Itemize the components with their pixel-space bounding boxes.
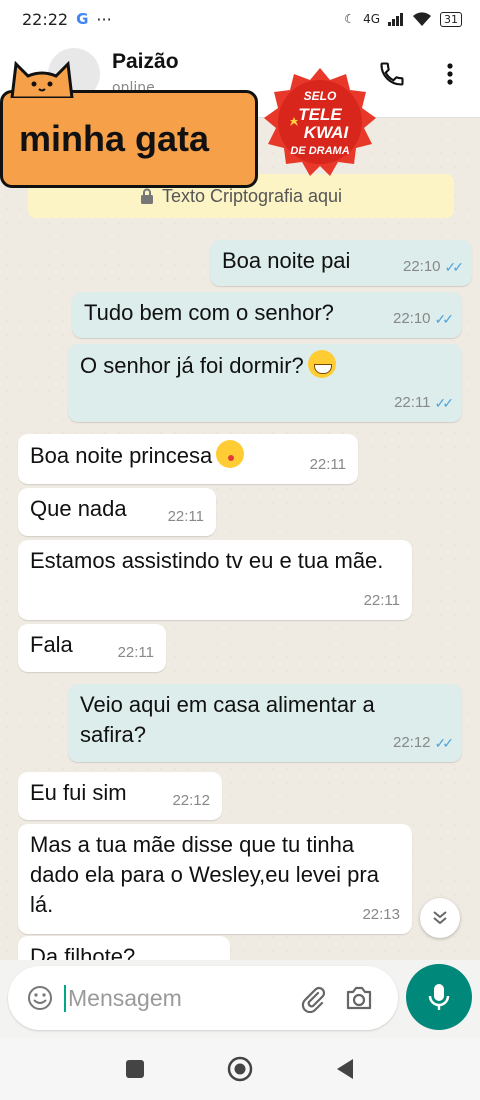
- grinning-emoji-icon: [307, 350, 336, 378]
- message-bubble-incoming[interactable]: Eu fui sim 22:12: [18, 772, 222, 820]
- recents-icon[interactable]: [125, 1059, 145, 1079]
- message-text: Fala: [30, 632, 73, 657]
- emoji-icon[interactable]: [26, 984, 54, 1012]
- phone-icon[interactable]: [378, 60, 406, 88]
- chat-area[interactable]: Texto Criptografia aqui Boa noite pai 22…: [0, 118, 480, 960]
- message-bubble-outgoing[interactable]: Tudo bem com o senhor? 22:10 ✓✓: [72, 292, 462, 338]
- message-bubble-incoming[interactable]: Que nada 22:11: [18, 488, 216, 536]
- message-time: 22:10: [392, 310, 431, 327]
- overlay-label-card: minha gata: [0, 90, 258, 188]
- message-text: Veio aqui em casa alimentar a safira?: [80, 692, 375, 747]
- seal-line1-text: TELE: [298, 105, 342, 124]
- seal-bottom-text: DE DRAMA: [290, 145, 349, 157]
- message-meta: 22:11: [310, 450, 346, 480]
- message-bubble-outgoing[interactable]: Veio aqui em casa alimentar a safira? 22…: [68, 684, 462, 762]
- contact-name[interactable]: Paizão: [112, 50, 179, 74]
- seal-top-text: SELO: [304, 89, 337, 103]
- message-time: 22:13: [362, 906, 400, 923]
- message-time: 22:11: [363, 592, 400, 609]
- home-icon[interactable]: [227, 1056, 253, 1082]
- message-bubble-incoming[interactable]: Mas a tua mãe disse que tu tinha dado el…: [18, 824, 412, 934]
- cat-icon: [10, 60, 74, 98]
- message-text: Tudo bem com o senhor?: [84, 300, 334, 325]
- message-meta: 22:11: [364, 586, 400, 616]
- paperclip-icon[interactable]: [298, 983, 328, 1013]
- camera-icon[interactable]: [344, 984, 374, 1012]
- mic-icon: [428, 984, 450, 1010]
- message-bubble-incoming[interactable]: Estamos assistindo tv eu e tua mãe. 22:1…: [18, 540, 412, 620]
- more-notifications-icon: ···: [96, 9, 112, 29]
- message-meta: 22:12 ✓✓: [392, 728, 455, 758]
- message-input[interactable]: [64, 984, 284, 1012]
- kiss-emoji-icon: [216, 440, 245, 468]
- message-meta: 22:11 ✓✓: [394, 388, 455, 418]
- message-bubble-outgoing[interactable]: O senhor já foi dormir? 22:11 ✓✓: [68, 344, 462, 422]
- message-text: Eu fui sim: [30, 780, 127, 805]
- message-bubble-incoming[interactable]: Boa noite princesa 22:11: [18, 434, 358, 484]
- message-text: Que nada: [30, 496, 127, 521]
- signal-icon: [388, 13, 403, 26]
- message-time: 22:12: [392, 734, 431, 751]
- mic-button[interactable]: [406, 964, 472, 1030]
- status-time: 22:22: [22, 9, 69, 29]
- chevron-double-down-icon: [433, 911, 447, 925]
- google-icon: G: [76, 10, 89, 28]
- moon-icon: ☾: [344, 12, 356, 26]
- message-time: 22:10: [402, 258, 441, 275]
- encryption-text: Texto Criptografia aqui: [161, 185, 343, 206]
- message-bubble-incoming[interactable]: Fala 22:11: [18, 624, 166, 672]
- message-meta: 22:11: [118, 638, 154, 668]
- message-meta: 22:12: [172, 786, 210, 816]
- message-meta: 22:13: [362, 900, 400, 930]
- message-meta: 22:11: [168, 502, 204, 532]
- message-text: Mas a tua mãe disse que tu tinha dado el…: [30, 832, 379, 917]
- message-meta: 22:10 ✓✓: [392, 304, 455, 334]
- message-time: 22:11: [394, 394, 431, 411]
- message-time: 22:11: [309, 456, 346, 473]
- message-text: Boa noite pai: [222, 248, 351, 273]
- wifi-icon: [413, 12, 431, 26]
- overlay-label: minha gata: [19, 118, 210, 159]
- more-vert-icon[interactable]: [438, 60, 462, 88]
- message-time: 22:11: [117, 644, 154, 661]
- read-ticks-icon: ✓✓: [434, 311, 455, 327]
- read-ticks-icon: ✓✓: [444, 259, 465, 275]
- message-text: O senhor já foi dormir?: [80, 353, 304, 378]
- back-icon[interactable]: [335, 1058, 355, 1080]
- message-time: 22:11: [167, 508, 204, 525]
- battery-icon: 31: [440, 11, 462, 27]
- scroll-down-button[interactable]: [420, 898, 460, 938]
- message-bubble-outgoing[interactable]: Boa noite pai 22:10 ✓✓: [210, 240, 472, 286]
- lock-icon: [140, 188, 153, 204]
- message-composer: [8, 966, 398, 1030]
- message-text: Estamos assistindo tv eu e tua mãe.: [30, 548, 384, 573]
- status-bar-left: 22:22 G ···: [22, 10, 112, 29]
- network-type: 4G: [363, 12, 380, 26]
- system-nav-bar: [0, 1038, 480, 1100]
- message-meta: 22:10 ✓✓: [402, 252, 465, 282]
- message-time: 22:12: [172, 792, 210, 809]
- seal-line2-text: KWAI: [304, 123, 350, 142]
- status-bar-right: ☾ 4G 31: [344, 11, 462, 27]
- message-text: Da filhote?: [30, 944, 136, 960]
- status-bar: 22:22 G ··· ☾ 4G 31: [0, 0, 480, 38]
- message-bubble-incoming[interactable]: Da filhote?: [18, 936, 230, 960]
- read-ticks-icon: ✓✓: [434, 395, 455, 411]
- read-ticks-icon: ✓✓: [434, 735, 455, 751]
- message-text: Boa noite princesa: [30, 443, 213, 468]
- seal-badge-icon: SELO TELE KWAI DE DRAMA: [264, 68, 376, 176]
